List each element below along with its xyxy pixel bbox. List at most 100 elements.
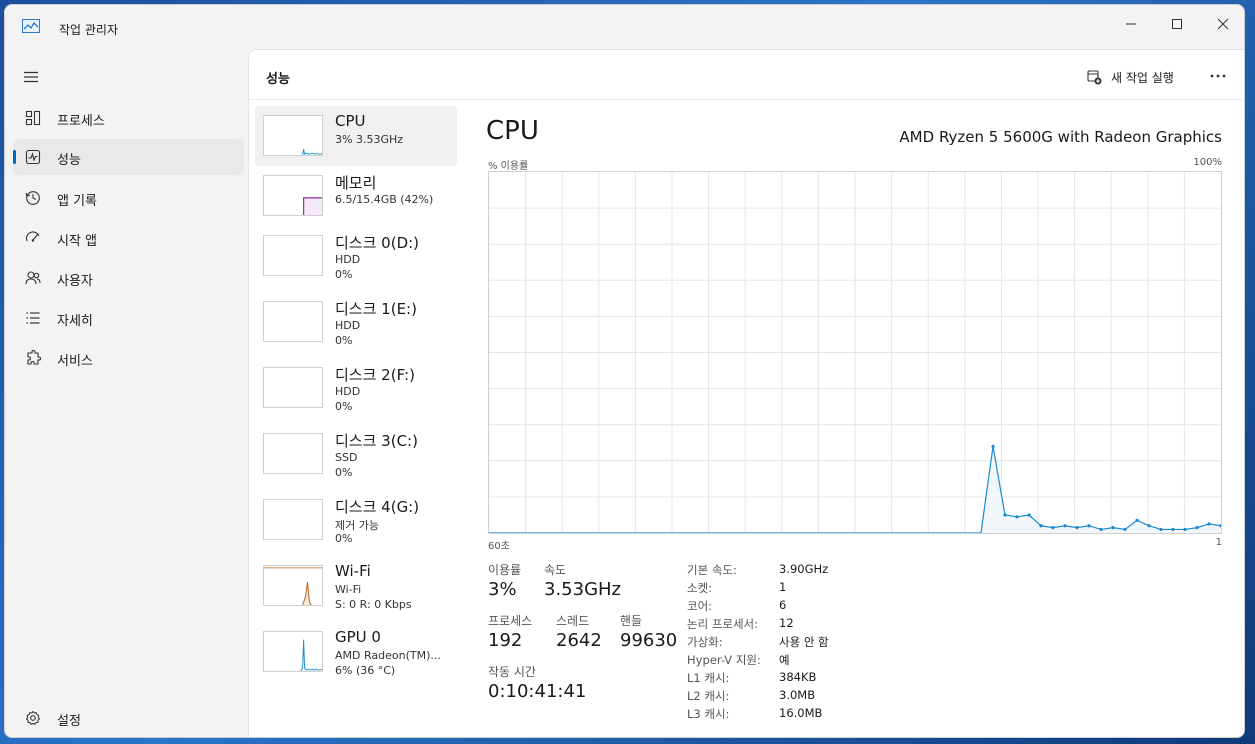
close-icon — [1217, 18, 1229, 30]
x-axis-end-label: 1 — [1215, 537, 1222, 548]
processes-icon — [25, 110, 41, 126]
nav-item-performance[interactable]: 성능 — [13, 139, 244, 175]
window-title: 작업 관리자 — [59, 23, 119, 37]
info-value: 16.0MB — [779, 706, 823, 720]
run-new-task-button[interactable]: 새 작업 실행 — [1087, 66, 1174, 88]
cpu-usage-point — [1123, 527, 1127, 532]
info-value: 3.0MB — [779, 688, 816, 702]
nav-item-label: 사용자 — [57, 274, 93, 289]
device-item-cpu[interactable]: CPU 3% 3.53GHz — [255, 106, 457, 166]
wifi-thumbnail-graph — [263, 565, 323, 606]
device-stat: 6.5/15.4GB (42%) — [335, 193, 434, 206]
device-item-disk-2[interactable]: 디스크 2(F:) HDD 0% — [255, 358, 457, 418]
device-stat: S: 0 R: 0 Kbps — [335, 598, 412, 611]
nav-item-app-history[interactable]: 앱 기록 — [13, 180, 244, 216]
cpu-usage-point — [1207, 522, 1211, 526]
device-item-memory[interactable]: 메모리 6.5/15.4GB (42%) — [255, 166, 457, 226]
navigation-pane: 프로세스 성능 앱 기록 시작 앱 사용자 자세히 서비스 설정 — [5, 49, 249, 737]
device-item-disk-0[interactable]: 디스크 0(D:) HDD 0% — [255, 226, 457, 286]
device-item-wifi[interactable]: Wi-Fi Wi-Fi S: 0 R: 0 Kbps — [255, 556, 457, 616]
more-options-button[interactable] — [1206, 64, 1230, 88]
cpu-model-name: AMD Ryzen 5 5600G with Radeon Graphics — [899, 128, 1222, 146]
device-stat: 3% 3.53GHz — [335, 133, 404, 146]
device-type: Wi-Fi — [335, 583, 362, 596]
info-label: L1 캐시: — [687, 671, 730, 685]
nav-item-processes[interactable]: 프로세스 — [13, 100, 244, 136]
info-value: 1 — [779, 580, 787, 594]
new-task-icon — [1087, 69, 1102, 84]
device-type: HDD — [335, 319, 361, 332]
cpu-usage-point — [1075, 526, 1079, 530]
device-type: SSD — [335, 451, 358, 464]
x-axis-start-label: 60초 — [488, 541, 510, 552]
cpu-usage-point — [1195, 526, 1199, 530]
cpu-usage-point — [1171, 527, 1175, 532]
cpu-usage-point — [1099, 527, 1103, 532]
device-name: 디스크 0(D:) — [335, 234, 420, 252]
nav-item-settings[interactable]: 설정 — [13, 701, 244, 735]
info-label: 기본 속도: — [687, 563, 737, 577]
details-icon — [26, 312, 40, 324]
maximize-button[interactable] — [1154, 9, 1200, 39]
run-new-task-label: 새 작업 실행 — [1111, 70, 1174, 85]
handles-label: 핸들 — [620, 614, 643, 628]
device-item-disk-4[interactable]: 디스크 4(G:) 제거 가능 0% — [255, 490, 457, 550]
device-item-gpu[interactable]: GPU 0 AMD Radeon(TM)... 6% (36 °C) — [255, 622, 457, 682]
device-type: AMD Radeon(TM)... — [335, 649, 441, 662]
nav-item-users[interactable]: 사용자 — [13, 260, 244, 296]
info-label: 소켓: — [687, 581, 713, 595]
services-icon — [27, 350, 41, 365]
device-item-disk-3[interactable]: 디스크 3(C:) SSD 0% — [255, 424, 457, 484]
close-button[interactable] — [1200, 9, 1244, 39]
device-item-disk-1[interactable]: 디스크 1(E:) HDD 0% — [255, 292, 457, 352]
nav-item-label: 서비스 — [57, 354, 93, 369]
cpu-usage-point — [991, 444, 995, 448]
performance-icon — [25, 149, 41, 165]
content-pane: 성능 새 작업 실행 CPU 3% 3.53GHz 메모리 6.5/15.4GB… — [248, 49, 1244, 737]
users-icon — [25, 271, 41, 285]
cpu-usage-point — [1147, 524, 1151, 528]
uptime-label: 작동 시간 — [488, 665, 536, 679]
device-name: 디스크 3(C:) — [335, 432, 418, 450]
nav-item-services[interactable]: 서비스 — [13, 340, 244, 376]
device-name: 디스크 2(F:) — [335, 366, 415, 384]
device-name: Wi-Fi — [335, 562, 371, 580]
device-stat: 0% — [335, 334, 353, 347]
device-type: HDD — [335, 253, 361, 266]
device-type: HDD — [335, 385, 361, 398]
y-axis-max-label: 100% — [1193, 157, 1222, 168]
nav-item-label: 자세히 — [57, 314, 93, 329]
settings-label: 설정 — [57, 714, 81, 729]
utilization-label: 이용률 — [488, 563, 522, 577]
device-stat: 0% — [335, 466, 353, 479]
device-stat: 0% — [335, 400, 353, 413]
gear-icon — [25, 710, 41, 725]
info-value: 384KB — [779, 670, 817, 684]
disk-thumbnail-graph — [263, 499, 323, 540]
hamburger-menu-icon[interactable] — [23, 71, 39, 83]
disk-thumbnail-graph — [263, 301, 323, 342]
nav-item-label: 앱 기록 — [57, 194, 98, 209]
nav-item-details[interactable]: 자세히 — [13, 300, 244, 336]
title-bar: 작업 관리자 — [5, 5, 1244, 49]
info-value: 12 — [779, 616, 794, 630]
device-name: 메모리 — [335, 174, 377, 192]
cpu-usage-point — [1063, 524, 1067, 528]
nav-item-startup-apps[interactable]: 시작 앱 — [13, 220, 244, 256]
device-stat: 6% (36 °C) — [335, 664, 396, 677]
device-type: 제거 가능 — [335, 519, 379, 532]
disk-thumbnail-graph — [263, 433, 323, 474]
minimize-button[interactable] — [1108, 9, 1154, 39]
device-name: GPU 0 — [335, 628, 381, 646]
cpu-usage-point — [1015, 515, 1019, 519]
info-label: 논리 프로세서: — [687, 617, 759, 631]
uptime-value: 0:10:41:41 — [488, 681, 587, 702]
info-value: 예 — [779, 653, 790, 667]
processes-label: 프로세스 — [488, 614, 533, 628]
cpu-usage-point — [1087, 524, 1091, 528]
info-value: 3.90GHz — [779, 562, 829, 576]
more-options-icon — [1210, 74, 1226, 78]
y-axis-label: % 이용률 — [488, 161, 529, 172]
device-name: 디스크 4(G:) — [335, 498, 420, 516]
processes-value: 192 — [488, 630, 523, 651]
